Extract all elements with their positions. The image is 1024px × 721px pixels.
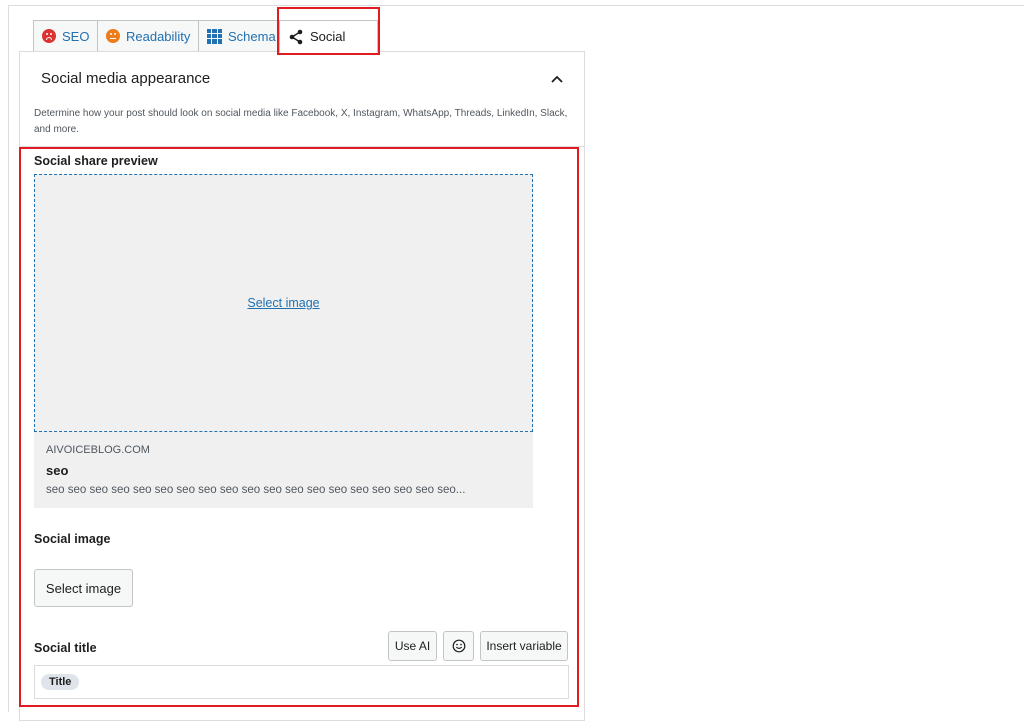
tab-schema[interactable]: Schema bbox=[198, 20, 280, 52]
insert-variable-button[interactable]: Insert variable bbox=[480, 631, 568, 661]
tab-readability-label: Readability bbox=[126, 28, 191, 44]
neutral-face-icon bbox=[106, 29, 120, 43]
panel-description: Determine how your post should look on s… bbox=[34, 108, 568, 135]
social-share-preview-label: Social share preview bbox=[34, 154, 158, 168]
social-image-label: Social image bbox=[34, 532, 111, 546]
chevron-up-icon[interactable] bbox=[550, 72, 564, 86]
smiley-icon bbox=[452, 639, 465, 653]
preview-select-image-link[interactable]: Select image bbox=[247, 296, 319, 310]
title-variable-pill: Title bbox=[41, 674, 80, 690]
panel-header[interactable]: Social media appearance bbox=[20, 52, 584, 105]
grid-icon bbox=[207, 28, 222, 44]
sad-face-icon bbox=[42, 29, 56, 43]
emoji-button[interactable] bbox=[443, 631, 474, 661]
tab-seo-label: SEO bbox=[62, 28, 90, 44]
preview-title: seo bbox=[46, 463, 69, 478]
share-icon bbox=[289, 29, 303, 44]
preview-image-dropzone[interactable]: Select image bbox=[34, 174, 533, 432]
tab-schema-label: Schema bbox=[228, 28, 276, 44]
tab-seo[interactable]: SEO bbox=[33, 20, 98, 52]
panel-title: Social media appearance bbox=[41, 70, 211, 87]
select-image-button[interactable]: Select image bbox=[34, 569, 133, 607]
tab-social[interactable]: Social bbox=[279, 20, 378, 53]
social-title-input[interactable]: Title bbox=[34, 665, 569, 699]
tab-readability[interactable]: Readability bbox=[97, 20, 199, 52]
preview-domain: AIVOICEBLOG.COM bbox=[46, 444, 150, 456]
tab-social-label: Social bbox=[310, 29, 346, 44]
social-share-preview: Select image AIVOICEBLOG.COM seo seo seo… bbox=[34, 174, 533, 508]
use-ai-button[interactable]: Use AI bbox=[388, 631, 437, 661]
top-divider bbox=[8, 5, 1024, 6]
left-divider bbox=[8, 5, 9, 712]
panel-divider bbox=[20, 146, 584, 147]
preview-description: seo seo seo seo seo seo seo seo seo seo … bbox=[46, 484, 466, 496]
social-title-label: Social title bbox=[34, 641, 97, 655]
